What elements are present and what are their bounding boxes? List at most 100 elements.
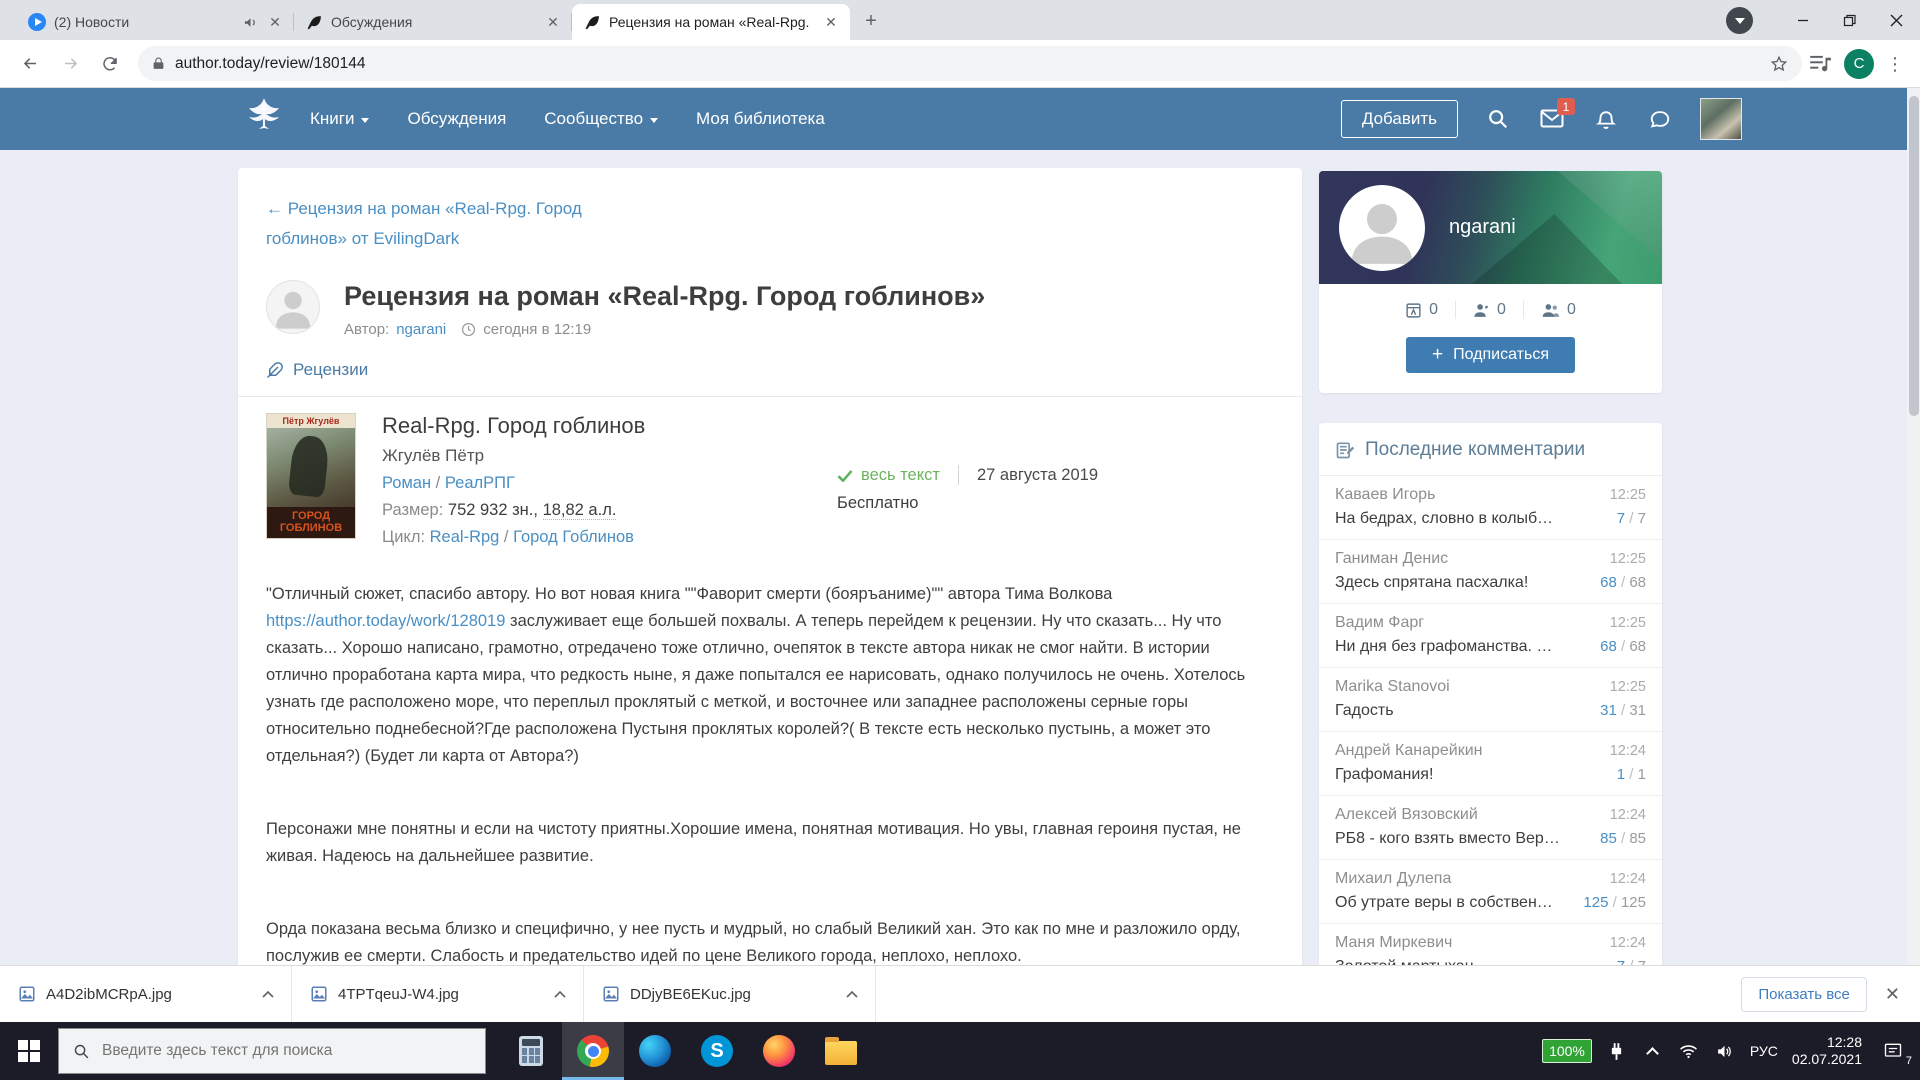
scrollbar-thumb[interactable] — [1909, 96, 1919, 416]
download-item[interactable]: DDjyBE6EKuc.jpg — [584, 966, 876, 1022]
taskbar-calculator-icon[interactable] — [500, 1022, 562, 1080]
download-filename: A4D2ibMCRpA.jpg — [46, 986, 245, 1003]
work-link[interactable]: https://author.today/work/128019 — [266, 612, 505, 630]
close-downloads-icon[interactable]: ✕ — [1885, 984, 1900, 1005]
profile-name-link[interactable]: ngarani — [1449, 216, 1516, 239]
chevron-up-icon[interactable] — [547, 981, 573, 1007]
breadcrumb-link[interactable]: ← Рецензия на роман «Real-Rpg. Город гоб… — [266, 194, 656, 254]
usb-plug-icon[interactable] — [1606, 1043, 1628, 1060]
messages-icon[interactable]: 1 — [1538, 105, 1566, 133]
taskbar-skype-icon[interactable]: S — [686, 1022, 748, 1080]
window-restore-button[interactable] — [1826, 0, 1873, 40]
comment-item[interactable]: Marika Stanovoi12:25 Гадость31 / 31 — [1319, 668, 1662, 732]
forward-button[interactable] — [52, 46, 88, 82]
tag-reviews[interactable]: Рецензии — [266, 360, 1274, 380]
new-tab-button[interactable]: + — [856, 6, 886, 36]
separator: / — [499, 528, 513, 546]
taskbar-edge-icon[interactable] — [624, 1022, 686, 1080]
tab-close-icon[interactable]: ✕ — [266, 13, 284, 31]
download-item[interactable]: 4TPTqeuJ-W4.jpg — [292, 966, 584, 1022]
nav-label: Обсуждения — [407, 109, 506, 129]
download-item[interactable]: A4D2ibMCRpA.jpg — [0, 966, 292, 1022]
page-scrollbar[interactable] — [1907, 88, 1920, 965]
media-controls-icon[interactable] — [1810, 55, 1832, 73]
tab-title: (2) Новости — [54, 14, 235, 30]
nav-discussions[interactable]: Обсуждения — [407, 109, 506, 129]
taskbar-chrome-icon[interactable] — [562, 1022, 624, 1080]
comment-item[interactable]: Каваев Игорь12:25 На бедрах, словно в ко… — [1319, 476, 1662, 540]
download-filename: 4TPTqeuJ-W4.jpg — [338, 986, 537, 1003]
book-title-link[interactable]: Real-Rpg. Город гоблинов — [382, 413, 837, 439]
user-avatar[interactable] — [1700, 98, 1742, 140]
cycle-label: Цикл: — [382, 528, 425, 546]
comment-item[interactable]: Андрей Канарейкин12:24 Графомания!1 / 1 — [1319, 732, 1662, 796]
taskbar-search[interactable] — [58, 1028, 486, 1074]
comment-item[interactable]: Алексей Вязовский12:24 РБ8 - кого взять … — [1319, 796, 1662, 860]
book-cover[interactable]: Пётр Жгулёв ГОРОД ГОБЛИНОВ — [266, 413, 356, 539]
browser-menu-icon[interactable]: ⋮ — [1886, 61, 1904, 67]
comment-item[interactable]: Ганиман Денис12:25 Здесь спрятана пасхал… — [1319, 540, 1662, 604]
cycle-link[interactable]: Город Гоблинов — [513, 528, 634, 546]
window-close-button[interactable] — [1873, 0, 1920, 40]
nav-books[interactable]: Книги — [310, 109, 369, 129]
action-center-icon[interactable]: 7 — [1876, 1041, 1910, 1061]
tab-news[interactable]: (2) Новости ✕ — [16, 4, 294, 40]
search-icon[interactable] — [1484, 105, 1512, 133]
tab-title: Рецензия на роман «Real-Rpg. — [609, 14, 814, 30]
post-author-avatar[interactable] — [266, 280, 320, 334]
reload-button[interactable] — [92, 46, 128, 82]
genre-link[interactable]: Роман — [382, 474, 431, 492]
taskbar-explorer-icon[interactable] — [810, 1022, 872, 1080]
stat-friends[interactable]: 0 — [1455, 301, 1523, 319]
nav-label: Книги — [310, 109, 354, 129]
size-label: Размер: — [382, 501, 443, 519]
nav-community[interactable]: Сообщество — [544, 109, 658, 129]
notification-count: 7 — [1906, 1055, 1912, 1067]
comment-item[interactable]: Михаил Дулепа12:24 Об утрате веры в собс… — [1319, 860, 1662, 924]
size-al-value: 18,82 а.л. — [543, 501, 617, 520]
comment-time: 12:25 — [1610, 551, 1646, 567]
chevron-up-icon[interactable] — [255, 981, 281, 1007]
book-author-link[interactable]: Жгулёв Пётр — [382, 446, 837, 466]
author-today-logo[interactable] — [238, 93, 290, 145]
subscribe-button[interactable]: + Подписаться — [1406, 337, 1575, 373]
comment-item[interactable]: Вадим Фарг12:25 Ни дня без графоманства.… — [1319, 604, 1662, 668]
comment-author: Вадим Фарг — [1335, 614, 1424, 632]
tray-expand-icon[interactable] — [1642, 1045, 1664, 1058]
chevron-up-icon[interactable] — [839, 981, 865, 1007]
notifications-bell-icon[interactable] — [1592, 105, 1620, 133]
bookmark-star-icon[interactable] — [1770, 55, 1788, 73]
tab-close-icon[interactable]: ✕ — [544, 13, 562, 31]
browser-updates-icon[interactable] — [1726, 7, 1753, 34]
back-button[interactable] — [12, 46, 48, 82]
address-bar[interactable]: author.today/review/180144 — [138, 46, 1802, 81]
show-all-downloads-button[interactable]: Показать все — [1741, 977, 1867, 1012]
taskbar-clock[interactable]: 12:28 02.07.2021 — [1792, 1034, 1862, 1068]
cycle-link[interactable]: Real-Rpg — [430, 528, 500, 546]
add-button[interactable]: Добавить — [1341, 100, 1458, 138]
wifi-icon[interactable] — [1678, 1044, 1700, 1059]
lock-icon[interactable] — [152, 56, 165, 71]
divider — [958, 465, 959, 485]
start-button[interactable] — [0, 1022, 58, 1080]
check-icon — [837, 469, 853, 482]
language-indicator[interactable]: РУС — [1750, 1043, 1778, 1059]
window-minimize-button[interactable] — [1779, 0, 1826, 40]
profile-avatar[interactable] — [1339, 185, 1425, 271]
stat-followers[interactable]: 0 — [1523, 301, 1593, 319]
taskbar-search-input[interactable] — [102, 1042, 471, 1060]
stat-works[interactable]: 0 — [1388, 301, 1455, 319]
browser-profile-avatar[interactable]: C — [1844, 49, 1874, 79]
tab-review-active[interactable]: Рецензия на роман «Real-Rpg. ✕ — [572, 4, 850, 40]
review-paragraph: Персонажи мне понятны и если на чистоту … — [266, 816, 1271, 870]
post-author-link[interactable]: ngarani — [396, 321, 446, 338]
volume-icon[interactable] — [1714, 1044, 1736, 1059]
genre-link[interactable]: РеалРПГ — [445, 474, 515, 492]
taskbar-firefox-icon[interactable] — [748, 1022, 810, 1080]
tab-close-icon[interactable]: ✕ — [822, 13, 840, 31]
battery-percent-badge[interactable]: 100% — [1542, 1039, 1592, 1063]
nav-my-library[interactable]: Моя библиотека — [696, 109, 825, 129]
tab-discussions[interactable]: Обсуждения ✕ — [294, 4, 572, 40]
chat-icon[interactable] — [1646, 105, 1674, 133]
tab-audio-icon[interactable] — [243, 15, 258, 30]
